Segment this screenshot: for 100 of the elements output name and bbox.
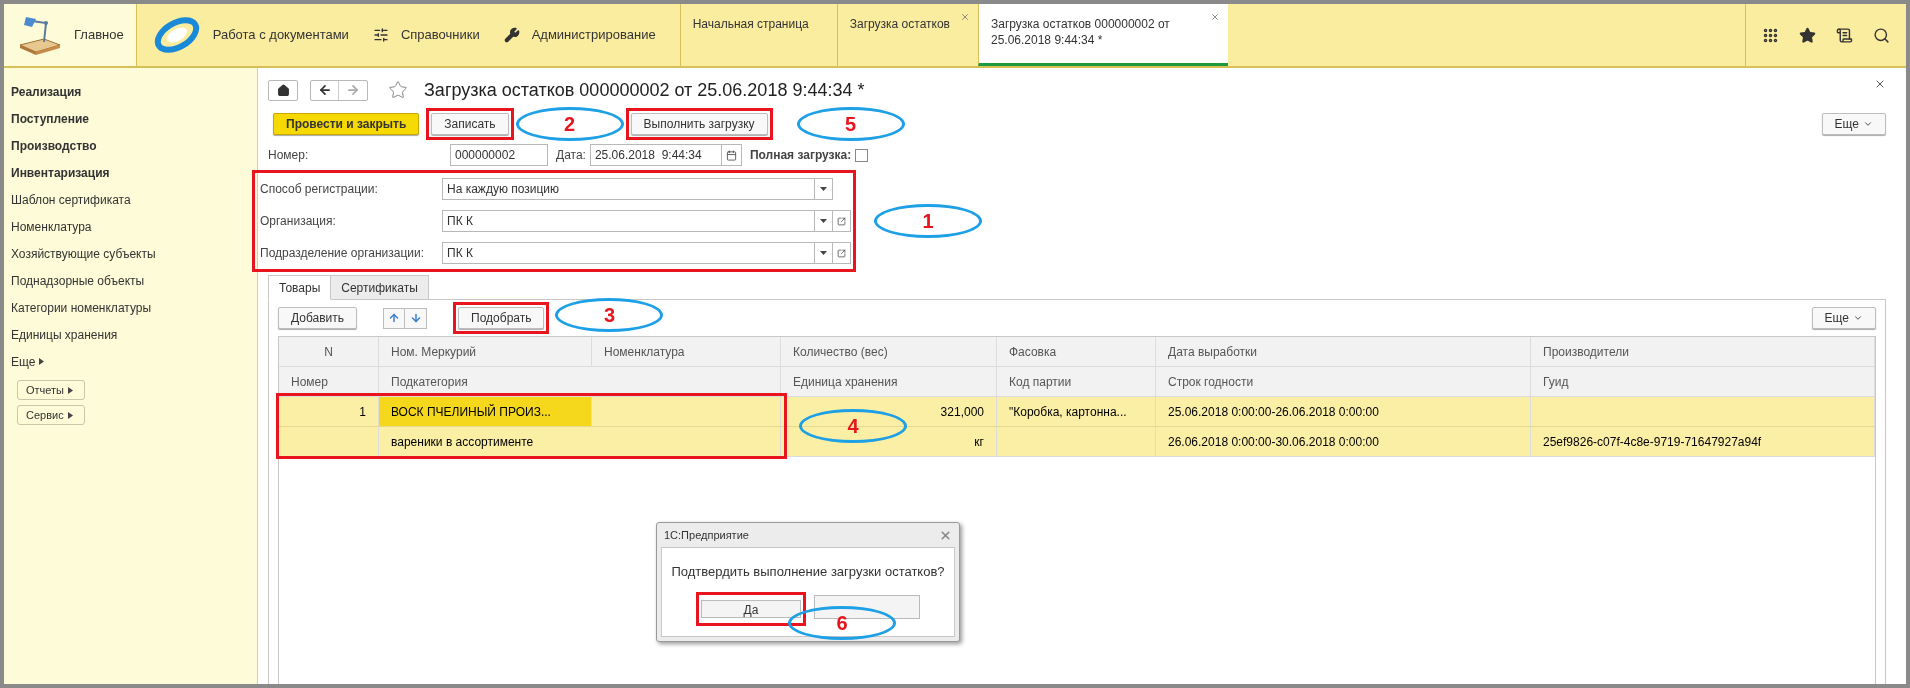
section-tab[interactable]: Администрирование bbox=[491, 4, 668, 66]
star-icon[interactable] bbox=[1799, 26, 1816, 44]
column-header: Код партии bbox=[997, 367, 1156, 396]
yes-button[interactable]: Да bbox=[701, 599, 801, 618]
move-up-button[interactable] bbox=[383, 307, 406, 329]
close-icon[interactable] bbox=[1874, 78, 1886, 90]
arrow-up-icon bbox=[388, 312, 401, 324]
command-button[interactable]: Выполнить загрузку bbox=[630, 113, 768, 135]
column-header: Количество (вес) bbox=[781, 337, 997, 366]
open-window-icon bbox=[837, 248, 846, 258]
column-header: Номер bbox=[279, 367, 379, 396]
dropdown-button[interactable] bbox=[815, 242, 833, 264]
open-tab[interactable]: Загрузка остатков bbox=[836, 4, 978, 66]
sidebar-item[interactable]: Хозяйствующие субъекты bbox=[11, 240, 250, 267]
history-icon[interactable] bbox=[1836, 26, 1853, 44]
input-field[interactable]: ПК К bbox=[442, 242, 815, 264]
table-cell: 25.06.2018 0:00:00-26.06.2018 0:00:00 bbox=[1156, 397, 1531, 426]
column-header: Фасовка bbox=[997, 337, 1156, 366]
wrench-icon bbox=[503, 27, 520, 43]
more-button[interactable]: Еще bbox=[1811, 307, 1876, 329]
sidebar-item[interactable]: Единицы хранения bbox=[11, 321, 250, 348]
section-tab[interactable]: Работа с документами bbox=[136, 4, 361, 66]
menu-button[interactable]: Отчеты bbox=[17, 380, 85, 400]
column-header: N bbox=[279, 337, 379, 366]
sidebar-item[interactable]: Инвентаризация bbox=[11, 159, 250, 186]
apps-grid-icon[interactable] bbox=[1762, 26, 1779, 44]
caret-icon bbox=[68, 386, 74, 394]
table-cell: вареники в ассортименте bbox=[379, 427, 781, 456]
command-button[interactable]: Подобрать bbox=[458, 307, 545, 329]
field-label: Полная загрузка: bbox=[749, 147, 852, 164]
field-label: Подразделение организации: bbox=[260, 245, 426, 262]
dialog-title: 1С:Предприятие bbox=[664, 527, 749, 543]
sidebar-item[interactable]: Шаблон сертификата bbox=[11, 186, 250, 213]
open-tab[interactable]: Загрузка остатков 000000002 от 25.06.2018 9:44:34 * bbox=[978, 4, 1228, 66]
open-window-icon bbox=[837, 216, 846, 226]
command-button[interactable]: Записать bbox=[431, 113, 509, 135]
field-label: Организация: bbox=[260, 213, 337, 230]
more-link[interactable]: Еще bbox=[11, 348, 250, 375]
command-button[interactable]: Провести и закрыть bbox=[273, 113, 420, 135]
callout: 2 bbox=[515, 107, 624, 141]
dropdown-button[interactable] bbox=[815, 178, 833, 200]
sidebar-item[interactable]: Категории номенклатуры bbox=[11, 294, 250, 321]
dropdown-arrow-icon bbox=[820, 251, 827, 255]
dropdown-arrow-icon bbox=[820, 187, 827, 191]
input-field[interactable]: ПК К bbox=[442, 210, 815, 232]
field-label: Номер: bbox=[268, 147, 310, 164]
column-header: Ном. Меркурий bbox=[379, 337, 592, 366]
window-title: Загрузка остатков 000000002 от 25.06.2018 9:44:34 * bbox=[424, 78, 865, 102]
field-label: Способ регистрации: bbox=[260, 181, 379, 198]
home-button[interactable] bbox=[268, 79, 298, 101]
table-cell: ВОСК ПЧЕЛИНЫЙ ПРОИЗ... bbox=[379, 397, 592, 426]
callout: 6 bbox=[788, 606, 896, 640]
callout: 5 bbox=[796, 107, 905, 141]
chevron-down-icon bbox=[1853, 313, 1863, 323]
field-label: Дата: bbox=[556, 147, 586, 164]
table-cell: 25ef9826-c07f-4c8e-9719-71647927a94f bbox=[1531, 427, 1875, 456]
column-header: Подкатегория bbox=[379, 367, 781, 396]
add-button[interactable]: Добавить bbox=[278, 307, 358, 329]
column-header: Строк годности bbox=[1156, 367, 1531, 396]
sliders-icon bbox=[372, 27, 389, 43]
table-cell: "Коробка, картонна... bbox=[997, 397, 1156, 426]
input-field[interactable]: На каждую позицию bbox=[442, 178, 815, 200]
calendar-icon bbox=[725, 149, 737, 161]
dropdown-arrow-icon bbox=[820, 219, 827, 223]
chevron-down-icon bbox=[1863, 119, 1873, 129]
caret-icon bbox=[67, 411, 73, 419]
sidebar-item[interactable]: Номенклатура bbox=[11, 213, 250, 240]
move-down-button[interactable] bbox=[405, 307, 428, 329]
caret-icon bbox=[39, 358, 45, 365]
logo-icon bbox=[152, 15, 201, 55]
sidebar-item[interactable]: Поступление bbox=[11, 105, 250, 132]
dropdown-button[interactable] bbox=[815, 210, 833, 232]
column-header: Производители bbox=[1531, 337, 1875, 366]
input-field[interactable]: 25.06.2018 9:44:34 bbox=[589, 144, 722, 166]
column-header: Единица хранения bbox=[781, 367, 997, 396]
search-icon[interactable] bbox=[1873, 26, 1890, 44]
section-tab[interactable]: Главное bbox=[4, 4, 137, 66]
callout: 3 bbox=[555, 298, 664, 332]
checkbox[interactable] bbox=[855, 148, 869, 162]
column-header: Гуид bbox=[1531, 367, 1875, 396]
sidebar-item[interactable]: Реализация bbox=[11, 78, 250, 105]
section-tab[interactable]: Справочники bbox=[360, 4, 492, 66]
sidebar-item[interactable]: Поднадзорные объекты bbox=[11, 267, 250, 294]
arrow-down-icon bbox=[409, 312, 422, 324]
more-button[interactable]: Еще bbox=[1821, 113, 1886, 135]
callout: 1 bbox=[874, 204, 982, 238]
open-tab[interactable]: Начальная страница bbox=[679, 4, 837, 66]
calendar-button[interactable] bbox=[721, 144, 742, 166]
input-field[interactable]: 000000002 bbox=[450, 144, 548, 166]
menu-button[interactable]: Сервис bbox=[17, 405, 85, 425]
table-cell: 26.06.2018 0:00:00-30.06.2018 0:00:00 bbox=[1156, 427, 1531, 456]
dialog-message: Подтвердить выполнение загрузки остатков? bbox=[671, 563, 945, 581]
sidebar-item[interactable]: Производство bbox=[11, 132, 250, 159]
column-header: Дата выработки bbox=[1156, 337, 1531, 366]
favorite-icon[interactable] bbox=[388, 80, 408, 100]
close-icon[interactable] bbox=[1210, 12, 1220, 22]
tab[interactable]: Товары bbox=[268, 275, 332, 300]
column-header: Номенклатура bbox=[592, 337, 781, 366]
tab[interactable]: Сертификаты bbox=[331, 275, 429, 300]
home-icon bbox=[276, 83, 290, 97]
